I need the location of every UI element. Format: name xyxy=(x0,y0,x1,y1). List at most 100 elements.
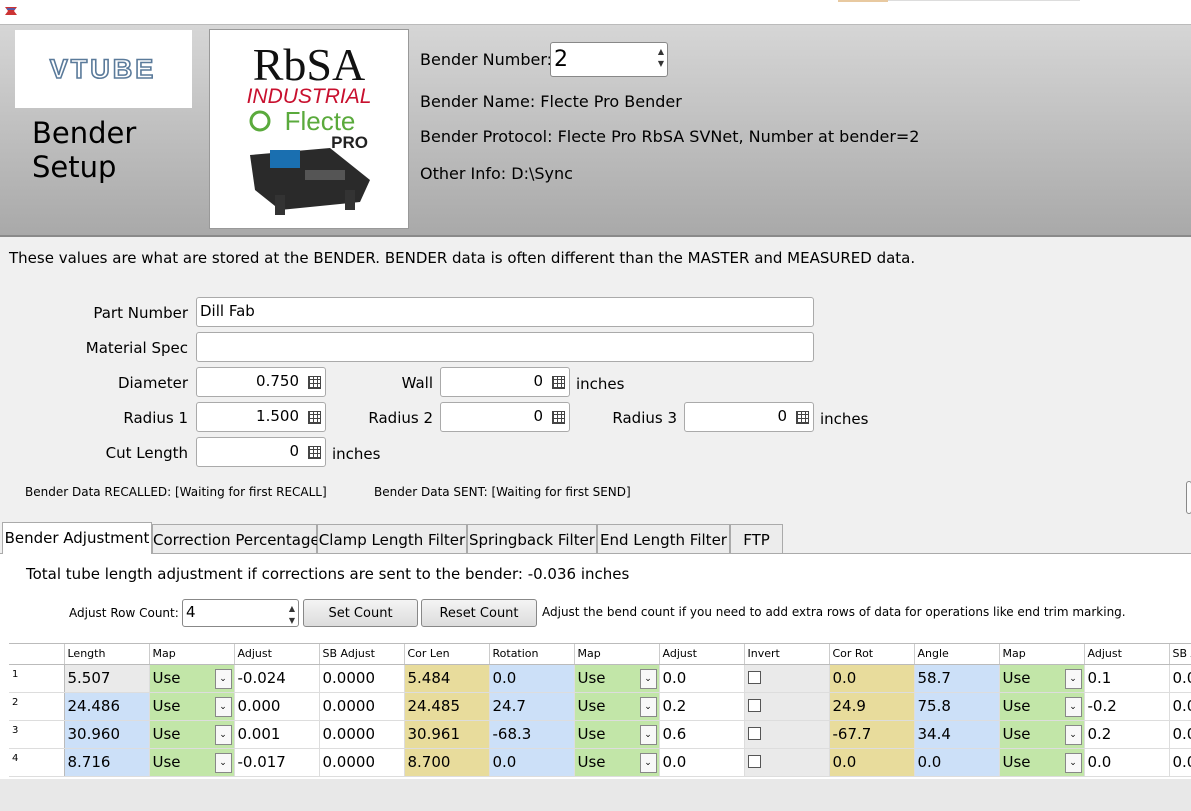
angle-cell[interactable]: 75.8 xyxy=(914,692,1000,721)
map-cell[interactable]: Use ⌄ xyxy=(149,664,235,693)
row-number[interactable]: 1 xyxy=(9,664,65,693)
calculator-icon[interactable] xyxy=(552,376,565,389)
col-sb-adjust-2[interactable]: SB A xyxy=(1169,644,1191,665)
invert-checkbox[interactable] xyxy=(747,670,761,684)
invert-cell[interactable] xyxy=(744,720,830,749)
spinner-arrows-icon[interactable]: ▲ ▼ xyxy=(658,46,664,70)
tab-clamp-length-filter[interactable]: Clamp Length Filter xyxy=(317,524,467,554)
col-invert[interactable]: Invert xyxy=(744,644,830,665)
invert-cell[interactable] xyxy=(744,692,830,721)
invert-checkbox[interactable] xyxy=(747,754,761,768)
diameter-input[interactable]: 0.750 xyxy=(196,367,326,397)
row-number[interactable]: 4 xyxy=(9,748,65,777)
adjust-cell[interactable]: 0.000 xyxy=(234,692,320,721)
part-number-input[interactable]: Dill Fab xyxy=(196,297,814,327)
rotation-cell[interactable]: 24.7 xyxy=(489,692,575,721)
dropdown-arrow-icon[interactable]: ⌄ xyxy=(639,696,657,717)
dropdown-arrow-icon[interactable]: ⌄ xyxy=(214,696,232,717)
invert-checkbox[interactable] xyxy=(747,698,761,712)
tab-bender-adjustment[interactable]: Bender Adjustment xyxy=(2,522,152,554)
map-cell[interactable]: Use ⌄ xyxy=(999,664,1085,693)
map-cell[interactable]: Use ⌄ xyxy=(999,720,1085,749)
col-map[interactable]: Map xyxy=(149,644,235,665)
rotation-cell[interactable]: 0.0 xyxy=(489,664,575,693)
col-length[interactable]: Length xyxy=(64,644,150,665)
adjust-cell[interactable]: 0.0 xyxy=(659,664,745,693)
bender-number-spinner[interactable]: 2 ▲ ▼ xyxy=(550,42,668,77)
col-angle[interactable]: Angle xyxy=(914,644,1000,665)
col-adjust-3[interactable]: Adjust xyxy=(1084,644,1170,665)
sb-adjust-cell[interactable]: 0.0000 xyxy=(319,692,405,721)
material-spec-input[interactable] xyxy=(196,332,814,362)
radius3-input[interactable]: 0 xyxy=(684,402,814,432)
col-map-3[interactable]: Map xyxy=(999,644,1085,665)
invert-cell[interactable] xyxy=(744,664,830,693)
adjust-cell[interactable]: 0.2 xyxy=(659,692,745,721)
adjust-cell[interactable]: -0.024 xyxy=(234,664,320,693)
adjust-cell[interactable]: 0.0 xyxy=(659,748,745,777)
row-count-spinner[interactable]: 4 ▲ ▼ xyxy=(182,599,299,627)
reset-count-button[interactable]: Reset Count xyxy=(421,599,537,627)
map-cell[interactable]: Use ⌄ xyxy=(574,664,660,693)
sb-adjust-cell[interactable]: 0.0 xyxy=(1169,720,1191,749)
adjust-cell[interactable]: 0.6 xyxy=(659,720,745,749)
map-cell[interactable]: Use ⌄ xyxy=(999,692,1085,721)
angle-cell[interactable]: 34.4 xyxy=(914,720,1000,749)
map-cell[interactable]: Use ⌄ xyxy=(149,748,235,777)
calculator-icon[interactable] xyxy=(308,376,321,389)
length-cell[interactable]: 30.960 xyxy=(64,720,150,749)
map-cell[interactable]: Use ⌄ xyxy=(574,748,660,777)
map-cell[interactable]: Use ⌄ xyxy=(574,692,660,721)
radius1-input[interactable]: 1.500 xyxy=(196,402,326,432)
angle-cell[interactable]: 0.0 xyxy=(914,748,1000,777)
adjust-cell[interactable]: 0.2 xyxy=(1084,720,1170,749)
map-cell[interactable]: Use ⌄ xyxy=(999,748,1085,777)
calculator-icon[interactable] xyxy=(308,411,321,424)
calculator-icon[interactable] xyxy=(796,411,809,424)
map-cell[interactable]: Use ⌄ xyxy=(574,720,660,749)
length-cell[interactable]: 8.716 xyxy=(64,748,150,777)
map-cell[interactable]: Use ⌄ xyxy=(149,692,235,721)
tab-springback-filter[interactable]: Springback Filter xyxy=(467,524,597,554)
dropdown-arrow-icon[interactable]: ⌄ xyxy=(639,668,657,689)
calculator-icon[interactable] xyxy=(552,411,565,424)
rotation-cell[interactable]: -68.3 xyxy=(489,720,575,749)
sb-adjust-cell[interactable]: 0.0000 xyxy=(319,664,405,693)
tab-ftp[interactable]: FTP xyxy=(730,524,783,554)
map-cell[interactable]: Use ⌄ xyxy=(149,720,235,749)
spinner-arrows-icon[interactable]: ▲ ▼ xyxy=(289,603,295,627)
invert-cell[interactable] xyxy=(744,748,830,777)
scroll-handle[interactable] xyxy=(1186,481,1191,514)
row-number[interactable]: 3 xyxy=(9,720,65,749)
adjust-cell[interactable]: -0.2 xyxy=(1084,692,1170,721)
dropdown-arrow-icon[interactable]: ⌄ xyxy=(214,668,232,689)
dropdown-arrow-icon[interactable]: ⌄ xyxy=(1064,752,1082,773)
col-rotation[interactable]: Rotation xyxy=(489,644,575,665)
dropdown-arrow-icon[interactable]: ⌄ xyxy=(639,752,657,773)
dropdown-arrow-icon[interactable]: ⌄ xyxy=(1064,668,1082,689)
col-sb-adjust[interactable]: SB Adjust xyxy=(319,644,405,665)
dropdown-arrow-icon[interactable]: ⌄ xyxy=(214,724,232,745)
row-number[interactable]: 2 xyxy=(9,692,65,721)
dropdown-arrow-icon[interactable]: ⌄ xyxy=(1064,696,1082,717)
invert-checkbox[interactable] xyxy=(747,726,761,740)
length-cell[interactable]: 24.486 xyxy=(64,692,150,721)
cut-length-input[interactable]: 0 xyxy=(196,437,326,467)
rotation-cell[interactable]: 0.0 xyxy=(489,748,575,777)
sb-adjust-cell[interactable]: 0.0000 xyxy=(319,720,405,749)
dropdown-arrow-icon[interactable]: ⌄ xyxy=(639,724,657,745)
adjust-cell[interactable]: 0.001 xyxy=(234,720,320,749)
tab-correction-percentage[interactable]: Correction Percentage xyxy=(152,524,320,554)
wall-input[interactable]: 0 xyxy=(440,367,570,397)
adjust-cell[interactable]: 0.1 xyxy=(1084,664,1170,693)
sb-adjust-cell[interactable]: 0.0 xyxy=(1169,692,1191,721)
col-adjust[interactable]: Adjust xyxy=(234,644,320,665)
col-cor-len[interactable]: Cor Len xyxy=(404,644,490,665)
sb-adjust-cell[interactable]: 0.0 xyxy=(1169,748,1191,777)
calculator-icon[interactable] xyxy=(308,446,321,459)
dropdown-arrow-icon[interactable]: ⌄ xyxy=(214,752,232,773)
tab-end-length-filter[interactable]: End Length Filter xyxy=(597,524,730,554)
dropdown-arrow-icon[interactable]: ⌄ xyxy=(1064,724,1082,745)
set-count-button[interactable]: Set Count xyxy=(303,599,418,627)
col-map-2[interactable]: Map xyxy=(574,644,660,665)
